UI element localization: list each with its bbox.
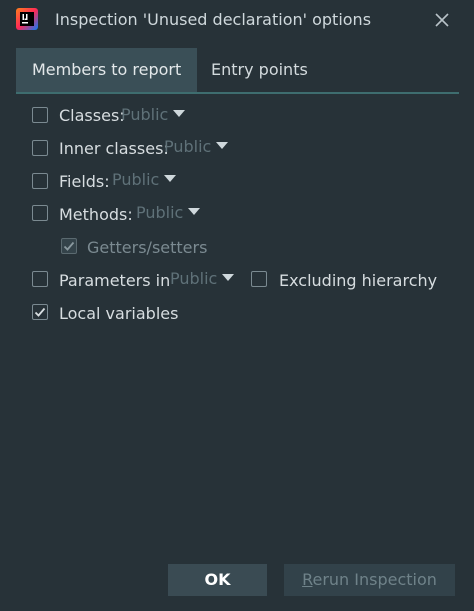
chevron-down-icon bbox=[222, 274, 235, 281]
inner-classes-checkbox[interactable] bbox=[32, 140, 48, 156]
local-variables-checkbox[interactable] bbox=[32, 304, 48, 320]
parameters-visibility-select[interactable]: Public bbox=[170, 269, 235, 288]
fields-visibility-value: Public bbox=[112, 170, 160, 189]
parameters-visibility-value: Public bbox=[170, 269, 218, 288]
ok-button[interactable]: OK bbox=[168, 564, 267, 596]
classes-checkbox[interactable] bbox=[32, 107, 48, 123]
classes-label: Classes: bbox=[59, 106, 125, 125]
chevron-down-icon bbox=[188, 208, 201, 215]
inner-classes-visibility-select[interactable]: Public bbox=[164, 137, 229, 156]
checkmark-icon bbox=[34, 307, 46, 317]
fields-visibility-select[interactable]: Public bbox=[112, 170, 177, 189]
methods-checkbox[interactable] bbox=[32, 205, 48, 221]
rerun-label: erun Inspection bbox=[312, 570, 437, 589]
rerun-mnemonic: R bbox=[302, 570, 313, 589]
inner-classes-visibility-value: Public bbox=[164, 137, 212, 156]
tab-bar: Members to report Entry points bbox=[16, 48, 459, 94]
tab-members-to-report[interactable]: Members to report bbox=[16, 48, 197, 92]
intellij-idea-icon bbox=[16, 8, 38, 30]
checkmark-icon bbox=[63, 241, 75, 251]
chevron-down-icon bbox=[173, 110, 186, 117]
methods-label: Methods: bbox=[59, 205, 133, 224]
parameters-label: Parameters in bbox=[59, 271, 171, 290]
local-variables-label: Local variables bbox=[59, 304, 179, 323]
classes-visibility-value: Public bbox=[121, 105, 169, 124]
title-bar: Inspection 'Unused declaration' options bbox=[0, 0, 474, 40]
window-title: Inspection 'Unused declaration' options bbox=[55, 10, 372, 29]
excluding-hierarchy-checkbox[interactable] bbox=[251, 271, 267, 287]
getters-setters-label: Getters/setters bbox=[87, 238, 208, 257]
methods-visibility-value: Public bbox=[136, 203, 184, 222]
rerun-inspection-button[interactable]: Rerun Inspection bbox=[284, 564, 455, 596]
getters-setters-checkbox[interactable] bbox=[61, 238, 77, 254]
fields-checkbox[interactable] bbox=[32, 173, 48, 189]
chevron-down-icon bbox=[216, 142, 229, 149]
methods-visibility-select[interactable]: Public bbox=[136, 203, 201, 222]
fields-label: Fields: bbox=[59, 172, 110, 191]
inner-classes-label: Inner classes: bbox=[59, 139, 169, 158]
excluding-hierarchy-label: Excluding hierarchy bbox=[279, 271, 438, 290]
classes-visibility-select[interactable]: Public bbox=[121, 105, 186, 124]
tab-entry-points[interactable]: Entry points bbox=[197, 48, 324, 92]
chevron-down-icon bbox=[164, 175, 177, 182]
close-icon[interactable] bbox=[432, 10, 452, 30]
parameters-checkbox[interactable] bbox=[32, 271, 48, 287]
